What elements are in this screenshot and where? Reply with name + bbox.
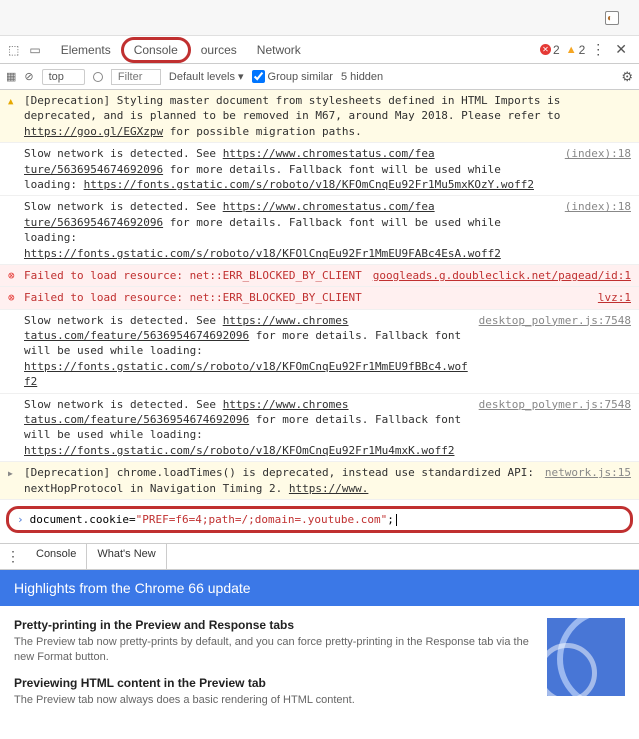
message-source-link[interactable]: (index):18 [565, 146, 631, 192]
inspect-icon[interactable]: ⬚ [8, 43, 19, 57]
info-icon [8, 397, 24, 459]
browser-chrome-top [0, 0, 639, 36]
warn-icon [8, 93, 24, 139]
live-expression-icon[interactable] [93, 72, 103, 82]
tab-console[interactable]: Console [121, 37, 191, 63]
message-text: Slow network is detected. See https://ww… [24, 313, 471, 390]
console-message: Slow network is detected. See https://ww… [0, 143, 639, 196]
prompt-code: document.cookie="PREF=f6=4;path=/;domain… [30, 513, 397, 526]
message-text: Failed to load resource: net::ERR_BLOCKE… [24, 268, 365, 283]
device-toggle-icon[interactable]: ▭ [29, 43, 40, 57]
message-source-link[interactable]: googleads.g.doubleclick.net/pagead/id:1 [373, 268, 631, 283]
drawer-menu-icon[interactable]: ⋮ [0, 544, 26, 569]
message-source-link[interactable]: lvz:1 [598, 290, 631, 305]
context-selector[interactable]: top [42, 69, 85, 85]
filter-input[interactable] [111, 69, 161, 85]
message-text: [Deprecation] chrome.loadTimes() is depr… [24, 465, 537, 496]
console-message: Failed to load resource: net::ERR_BLOCKE… [0, 265, 639, 287]
console-filter-bar: ▦ ⊘ top Default levels ▾ Group similar 5… [0, 64, 639, 90]
console-message: [Deprecation] Styling master document fr… [0, 90, 639, 143]
wn-heading-2: Previewing HTML content in the Preview t… [14, 676, 531, 690]
hidden-count: 5 hidden [341, 71, 383, 83]
err-icon [8, 268, 24, 283]
info-icon [8, 199, 24, 261]
wn-heading-1: Pretty-printing in the Preview and Respo… [14, 618, 531, 632]
console-message: [Deprecation] chrome.loadTimes() is depr… [0, 462, 639, 500]
wn-body-2: The Preview tab now always does a basic … [14, 693, 531, 708]
whatsnew-illustration [547, 618, 625, 696]
prompt-arrow-icon: › [17, 513, 24, 526]
more-menu-icon[interactable]: ⋮ [591, 41, 605, 58]
wn-body-1: The Preview tab now pretty-prints by def… [14, 635, 531, 666]
whatsnew-header: Highlights from the Chrome 66 update [0, 570, 639, 606]
page-info-icon[interactable] [605, 11, 619, 25]
info-icon [8, 146, 24, 192]
console-message: Slow network is detected. See https://ww… [0, 394, 639, 463]
console-prompt[interactable]: › document.cookie="PREF=f6=4;path=/;doma… [6, 506, 633, 533]
console-messages: [Deprecation] Styling master document fr… [0, 90, 639, 500]
tab-network[interactable]: Network [247, 37, 311, 63]
error-count-badge[interactable]: ✕2 [540, 43, 560, 57]
message-source-link[interactable]: desktop_polymer.js:7548 [479, 397, 631, 459]
message-text: Slow network is detected. See https://ww… [24, 397, 471, 459]
tab-sources[interactable]: ources [191, 37, 247, 63]
message-text: [Deprecation] Styling master document fr… [24, 93, 631, 139]
warn-icon [8, 465, 24, 496]
message-text: Failed to load resource: net::ERR_BLOCKE… [24, 290, 590, 305]
group-similar-checkbox[interactable]: Group similar [252, 70, 333, 83]
console-settings-icon[interactable]: ⚙ [621, 69, 633, 85]
console-message: Slow network is detected. See https://ww… [0, 310, 639, 394]
log-levels-dropdown[interactable]: Default levels ▾ [169, 70, 244, 83]
message-text: Slow network is detected. See https://ww… [24, 199, 557, 261]
message-source-link[interactable]: desktop_polymer.js:7548 [479, 313, 631, 390]
drawer-tab-whatsnew[interactable]: What's New [87, 544, 166, 569]
console-message: Failed to load resource: net::ERR_BLOCKE… [0, 287, 639, 309]
drawer-tab-console[interactable]: Console [26, 544, 87, 569]
tab-elements[interactable]: Elements [51, 37, 121, 63]
info-icon [8, 313, 24, 390]
drawer-tabs: ⋮ Console What's New [0, 543, 639, 570]
whatsnew-panel: Pretty-printing in the Preview and Respo… [0, 606, 639, 730]
close-devtools-icon[interactable]: ✕ [611, 41, 631, 58]
err-icon [8, 290, 24, 305]
clear-console-icon[interactable]: ⊘ [24, 70, 33, 83]
message-text: Slow network is detected. See https://ww… [24, 146, 557, 192]
warning-count-badge[interactable]: ▲2 [566, 43, 586, 57]
console-message: Slow network is detected. See https://ww… [0, 196, 639, 265]
devtools-toolbar: ⬚ ▭ Elements Console ources Network ✕2 ▲… [0, 36, 639, 64]
sidebar-toggle-icon[interactable]: ▦ [6, 70, 16, 83]
message-source-link[interactable]: (index):18 [565, 199, 631, 261]
message-source-link[interactable]: network.js:15 [545, 465, 631, 496]
